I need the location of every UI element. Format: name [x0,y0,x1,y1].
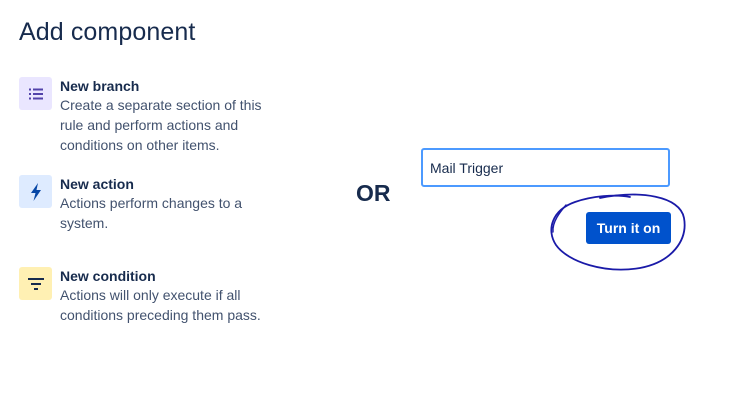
option-new-action[interactable]: New action Actions perform changes to a … [19,175,265,233]
option-title: New condition [60,268,156,284]
option-title: New action [60,176,134,192]
list-icon [19,77,52,110]
option-description: Create a separate section of this rule a… [60,97,262,153]
filter-icon [19,267,52,300]
turn-it-on-button[interactable]: Turn it on [586,212,671,244]
option-new-condition[interactable]: New condition Actions will only execute … [19,267,265,325]
add-component-panel: Add component New branch Create a separa… [0,0,747,402]
option-new-branch[interactable]: New branch Create a separate section of … [19,77,265,155]
option-description: Actions perform changes to a system. [60,195,243,231]
lightning-bolt-icon [19,175,52,208]
option-description: Actions will only execute if all conditi… [60,287,261,323]
option-title: New branch [60,78,140,94]
rule-name-input[interactable] [421,148,670,187]
or-divider: OR [356,180,391,206]
page-title: Add component [19,18,196,46]
